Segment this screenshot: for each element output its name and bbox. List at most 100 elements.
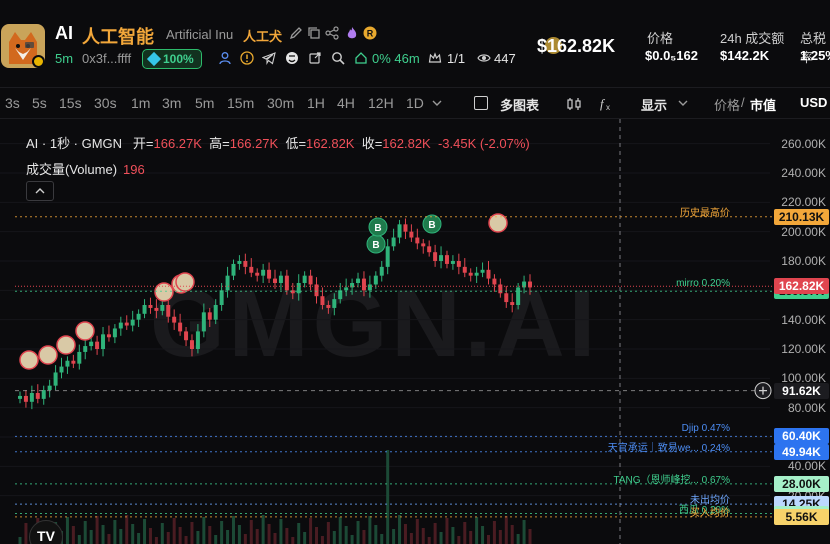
timeframe-5s[interactable]: 5s [32, 95, 47, 111]
timeframe-15m[interactable]: 15m [227, 95, 254, 111]
volume-bar [154, 537, 158, 544]
telegram-icon[interactable] [262, 51, 276, 65]
candle-body [267, 269, 272, 279]
share-icon[interactable] [325, 26, 339, 40]
multi-chart-label[interactable]: 多图表 [500, 95, 539, 114]
candle-body [421, 243, 426, 247]
search-icon[interactable] [331, 51, 345, 65]
contract-address[interactable]: 0x3f...ffff [82, 51, 131, 66]
volume-bar [160, 523, 164, 544]
candle-body [427, 246, 432, 253]
candle-body [403, 224, 408, 232]
volume-bar [89, 530, 93, 544]
volume-bar [475, 517, 479, 544]
volume-value: 196 [123, 162, 145, 177]
candle-body [95, 341, 100, 349]
price-toggle[interactable]: 价格 [714, 95, 740, 114]
volume-bar [528, 529, 532, 544]
mcap-toggle[interactable]: 市值 [750, 95, 776, 114]
candle-body [480, 269, 485, 273]
edit-icon[interactable] [289, 26, 303, 40]
timeframe-12h[interactable]: 12H [368, 95, 394, 111]
candle-body [106, 334, 111, 338]
timeframe-4h[interactable]: 4H [337, 95, 355, 111]
candle-body [439, 255, 444, 261]
indicators-icon[interactable]: fx [598, 96, 614, 112]
candle-body [130, 319, 135, 326]
volume-bar [309, 518, 313, 544]
display-menu[interactable]: 显示 [641, 95, 667, 114]
svg-text:R: R [367, 29, 374, 39]
candle-body [273, 278, 277, 283]
timeframe-5m[interactable]: 5m [195, 95, 214, 111]
timeframe-1m[interactable]: 1m [131, 95, 150, 111]
y-axis-tick: 80.00K [787, 400, 826, 415]
currency-select[interactable]: USD [800, 95, 827, 110]
volume-bar [261, 515, 265, 544]
copy-icon[interactable] [307, 26, 321, 40]
volume-bar [492, 521, 496, 544]
volume-bar [291, 537, 295, 544]
volume-bar [83, 521, 87, 544]
candle-body [154, 307, 159, 311]
volume-bar [267, 524, 271, 544]
token-name-en: Artificial Inu [166, 27, 234, 42]
price-line-label: mirro 0.20% [676, 278, 730, 290]
timeframe-15s[interactable]: 15s [59, 95, 82, 111]
volume-bar [166, 532, 170, 544]
timeframe-30s[interactable]: 30s [94, 95, 117, 111]
candle-body [47, 385, 52, 391]
collapse-legend-button[interactable] [26, 181, 54, 201]
candle-body [326, 305, 331, 308]
trader-avatar-icon [75, 321, 95, 341]
volume-bar [214, 535, 218, 544]
volume-bar [95, 516, 99, 544]
current-price-badge: 162.82K [774, 278, 829, 295]
candle-body [486, 269, 491, 279]
volume-bar [380, 534, 384, 544]
volume-bar [24, 523, 28, 544]
price-chart[interactable]: GMGN.AI BBB AI · 1秒 · GMGN 开=166.27K 高=1… [0, 118, 830, 544]
security-score-badge[interactable]: 100% [142, 49, 202, 69]
candle-body [361, 278, 366, 291]
price-line-badge: 91.62K [774, 382, 829, 399]
candle-style-icon[interactable] [566, 97, 582, 111]
multi-chart-checkbox[interactable] [474, 96, 488, 110]
candle-body [142, 305, 147, 314]
candle-body [101, 334, 106, 349]
meme-icon[interactable] [285, 51, 299, 65]
user-icon[interactable] [218, 51, 232, 65]
buy-marker-label: B [374, 223, 381, 234]
volume-bar [356, 521, 360, 544]
volume-bar [338, 517, 342, 544]
volume-bar [202, 517, 206, 544]
low-value: 162.82K [306, 136, 355, 151]
volume-bar [208, 526, 212, 544]
high-value: 166.27K [229, 136, 279, 151]
volume-bar [386, 450, 390, 544]
candle-body [89, 341, 94, 347]
link-out-icon[interactable] [308, 51, 322, 65]
timeframe-3s[interactable]: 3s [5, 95, 20, 111]
timeframe-1h[interactable]: 1H [307, 95, 325, 111]
volume-bar [273, 533, 277, 544]
candle-body [231, 263, 236, 276]
display-chevron-icon[interactable] [678, 100, 688, 107]
candle-body [308, 275, 313, 285]
volume-bar [350, 535, 354, 544]
chart-toolbar: 3s 5s 15s 30s 1m 3m 5m 15m 30m 1H 4H 12H… [0, 87, 830, 117]
timeframe-3m[interactable]: 3m [162, 95, 181, 111]
candle-body [219, 290, 224, 305]
eye-icon [477, 54, 491, 62]
timeframe-30m[interactable]: 30m [267, 95, 294, 111]
timeframe-1d[interactable]: 1D [406, 95, 424, 111]
volume-bar [403, 524, 407, 544]
candle-body [172, 316, 177, 323]
volume-bar [172, 518, 176, 544]
candle-body [249, 266, 254, 273]
chevron-down-icon[interactable] [432, 100, 442, 107]
volume-bar [143, 519, 147, 544]
warning-icon[interactable] [240, 51, 254, 65]
volume-bar [65, 517, 69, 544]
candle-body [118, 322, 123, 329]
